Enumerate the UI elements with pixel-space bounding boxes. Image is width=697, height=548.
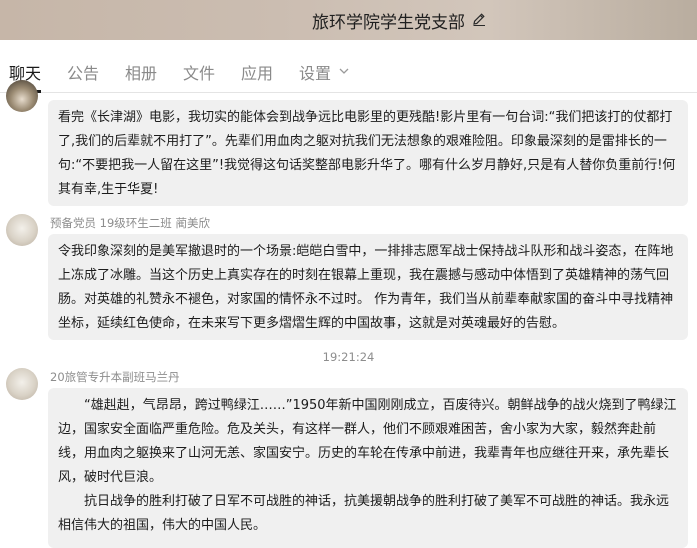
tab-album[interactable]: 相册 xyxy=(125,60,157,84)
avatar[interactable] xyxy=(6,214,38,246)
sender-name: 预备党员 19级环生二班 蔺美欣 xyxy=(50,216,210,230)
avatar[interactable] xyxy=(6,368,38,400)
tab-announcements[interactable]: 公告 xyxy=(67,60,99,84)
sender-name: 20旅管专升本副班马兰丹 xyxy=(50,370,180,384)
tab-settings[interactable]: 设置 xyxy=(299,60,331,84)
tab-files[interactable]: 文件 xyxy=(183,60,215,84)
chat-feed[interactable]: 看完《长津湖》电影，我切实的能体会到战争远比电影里的更残酷!影片里有一句台词:“… xyxy=(0,80,697,548)
message-timestamp: 19:21:24 xyxy=(322,350,375,364)
chevron-down-icon[interactable] xyxy=(338,66,350,76)
message-bubble[interactable]: 令我印象深刻的是美军撤退时的一个场景:皑皑白雪中，一排排志愿军战士保持战斗队形和… xyxy=(48,234,688,340)
tab-apps[interactable]: 应用 xyxy=(241,60,273,84)
message-text: 令我印象深刻的是美军撤退时的一个场景:皑皑白雪中，一排排志愿军战士保持战斗队形和… xyxy=(58,244,674,331)
pencil-icon[interactable] xyxy=(471,11,487,27)
tab-bar: 聊天 公告 相册 文件 应用 设置 xyxy=(0,40,697,93)
title-bar: 旅环学院学生党支部 xyxy=(0,0,697,40)
message-text: 看完《长津湖》电影，我切实的能体会到战争远比电影里的更残酷!影片里有一句台词:“… xyxy=(58,110,676,197)
message-bubble[interactable]: “雄赳赳，气昂昂，跨过鸭绿江……”1950年新中国刚刚成立，百废待兴。朝鲜战争的… xyxy=(48,388,688,548)
message-paragraph: 抗日战争的胜利打破了日军不可战胜的神话，抗美援朝战争的胜利打破了美军不可战胜的神… xyxy=(58,494,670,533)
window-title: 旅环学院学生党支部 xyxy=(312,13,465,33)
message-bubble[interactable]: 看完《长津湖》电影，我切实的能体会到战争远比电影里的更残酷!影片里有一句台词:“… xyxy=(48,100,688,206)
message-paragraph: “雄赳赳，气昂昂，跨过鸭绿江……”1950年新中国刚刚成立，百废待兴。朝鲜战争的… xyxy=(58,398,677,485)
avatar[interactable] xyxy=(6,80,38,112)
